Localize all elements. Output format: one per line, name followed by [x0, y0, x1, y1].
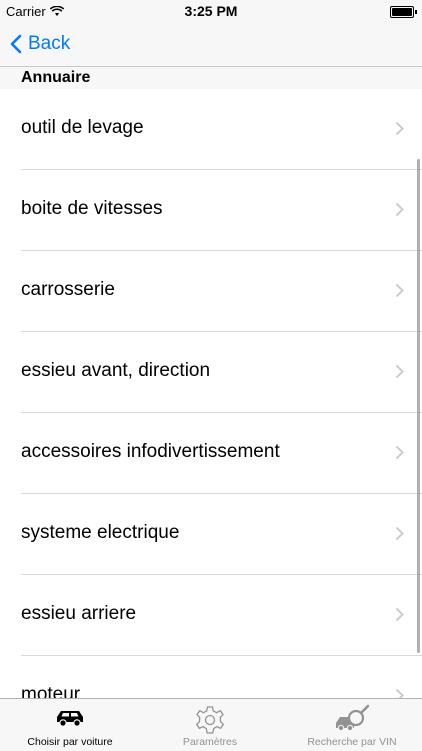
list-item[interactable]: essieu avant, direction: [0, 332, 422, 413]
list-item[interactable]: accessoires infodivertissement: [0, 413, 422, 494]
list-item-label: outil de levage: [21, 117, 144, 138]
list-item[interactable]: essieu arriere: [0, 575, 422, 656]
list-item[interactable]: boite de vitesses: [0, 170, 422, 251]
chevron-right-icon: [395, 526, 404, 541]
battery-icon: [390, 6, 417, 18]
navigation-bar: Back: [0, 22, 422, 67]
section-title: Annuaire: [21, 69, 91, 86]
status-time: 3:25 PM: [184, 3, 238, 19]
vin-search-icon: [336, 704, 370, 732]
tab-parametres[interactable]: Paramètres: [140, 699, 280, 751]
tab-label: Paramètres: [182, 736, 238, 748]
list-item[interactable]: outil de levage: [0, 89, 422, 170]
list-item-label: essieu arriere: [21, 603, 137, 624]
back-label: Back: [28, 33, 71, 54]
section-header: Annuaire: [0, 67, 422, 89]
category-list[interactable]: outil de levage boite de vitesses carros…: [0, 89, 422, 698]
tab-recherche-par-vin[interactable]: Recherche par VIN: [282, 699, 422, 751]
chevron-right-icon: [395, 121, 404, 136]
scrollbar[interactable]: [417, 159, 420, 653]
list-item-label: boite de vitesses: [21, 198, 163, 219]
status-bar: Carrier 3:25 PM: [0, 0, 422, 22]
chevron-right-icon: [395, 445, 404, 460]
chevron-left-icon: [10, 34, 22, 54]
chevron-right-icon: [395, 283, 404, 298]
chevron-right-icon: [395, 364, 404, 379]
gear-icon: [195, 706, 225, 734]
list-item[interactable]: moteur: [0, 656, 422, 698]
list-item-label: accessoires infodivertissement: [21, 441, 280, 462]
list-item-label: systeme electrique: [21, 522, 180, 543]
tab-label: Recherche par VIN: [307, 736, 397, 748]
list-item[interactable]: systeme electrique: [0, 494, 422, 575]
list-item-label: carrosserie: [21, 279, 115, 300]
chevron-right-icon: [395, 607, 404, 622]
list-item-label: essieu avant, direction: [21, 360, 211, 381]
list-item[interactable]: carrosserie: [0, 251, 422, 332]
chevron-right-icon: [395, 202, 404, 217]
back-button[interactable]: Back: [10, 30, 70, 58]
list-item-label: moteur: [21, 684, 81, 698]
car-icon: [57, 711, 83, 727]
tab-label: Choisir par voiture: [27, 736, 113, 748]
tab-bar: Choisir par voiture Paramètres Recherche…: [0, 698, 422, 751]
tab-choisir-par-voiture[interactable]: Choisir par voiture: [0, 699, 140, 751]
chevron-right-icon: [395, 688, 404, 698]
